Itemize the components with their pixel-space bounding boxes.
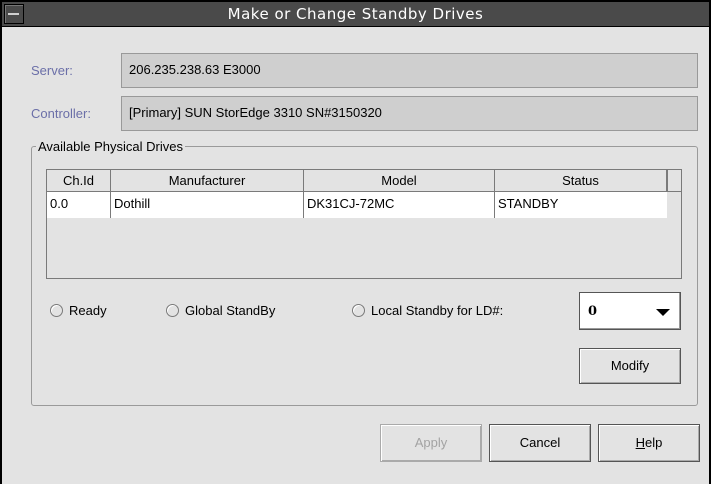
ld-number-dropdown[interactable]: 0 — [579, 292, 681, 330]
controller-value: [Primary] SUN StorEdge 3310 SN#3150320 — [129, 105, 382, 120]
help-label-rest: elp — [645, 435, 663, 450]
server-value: 206.235.238.63 E3000 — [129, 62, 261, 77]
title-bar[interactable]: Make or Change Standby Drives — [2, 2, 709, 27]
global-standby-radio[interactable]: Global StandBy — [166, 303, 275, 318]
controller-label: Controller: — [31, 106, 91, 121]
server-field: 206.235.238.63 E3000 — [121, 53, 698, 88]
cancel-button[interactable]: Cancel — [489, 424, 591, 462]
ready-radio-label: Ready — [69, 303, 107, 318]
cell-status: STANDBY — [495, 192, 667, 218]
ready-radio[interactable]: Ready — [50, 303, 107, 318]
table-scroll-corner — [667, 170, 681, 192]
drives-table[interactable]: Ch.Id Manufacturer Model Status 0.0 Doth… — [46, 169, 682, 279]
local-standby-radio-label: Local Standby for LD#: — [371, 303, 504, 318]
drives-group-label: Available Physical Drives — [36, 139, 185, 154]
column-header-model[interactable]: Model — [304, 170, 495, 192]
ld-number-value: 0 — [588, 304, 598, 319]
global-standby-radio-label: Global StandBy — [185, 303, 276, 318]
radio-circle-icon — [50, 304, 63, 317]
modify-button[interactable]: Modify — [579, 348, 681, 384]
local-standby-radio[interactable]: Local Standby for LD#: — [352, 303, 503, 318]
column-header-chid[interactable]: Ch.Id — [47, 170, 111, 192]
table-header: Ch.Id Manufacturer Model Status — [47, 170, 669, 193]
radio-circle-icon — [352, 304, 365, 317]
column-header-manufacturer[interactable]: Manufacturer — [111, 170, 304, 192]
apply-button[interactable]: Apply — [380, 424, 482, 462]
table-row[interactable]: 0.0 Dothill DK31CJ-72MC STANDBY — [47, 192, 667, 218]
help-accelerator: H — [635, 435, 646, 450]
controller-field: [Primary] SUN StorEdge 3310 SN#3150320 — [121, 96, 698, 131]
help-button[interactable]: Help — [598, 424, 700, 462]
server-label: Server: — [31, 63, 73, 78]
window-title: Make or Change Standby Drives — [227, 5, 484, 23]
column-header-status[interactable]: Status — [495, 170, 667, 192]
table-body: 0.0 Dothill DK31CJ-72MC STANDBY — [47, 192, 667, 278]
cell-chid: 0.0 — [47, 192, 111, 218]
chevron-down-icon — [656, 309, 670, 316]
cell-manufacturer: Dothill — [111, 192, 304, 218]
radio-circle-icon — [166, 304, 179, 317]
cell-model: DK31CJ-72MC — [304, 192, 495, 218]
